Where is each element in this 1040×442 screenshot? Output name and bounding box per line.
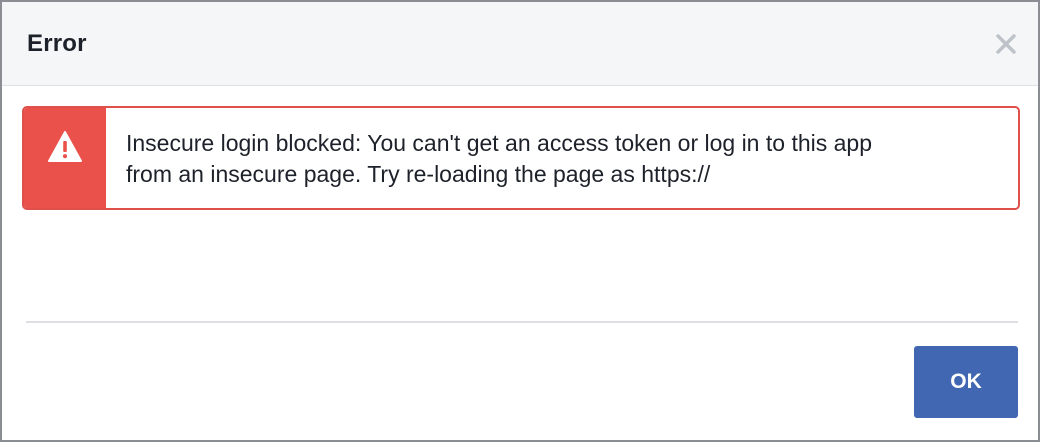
error-alert: Insecure login blocked: You can't get an…	[22, 106, 1020, 210]
dialog-header: Error	[2, 2, 1038, 86]
footer-divider	[26, 321, 1018, 323]
alert-message: Insecure login blocked: You can't get an…	[126, 128, 996, 190]
dialog-title: Error	[27, 30, 87, 57]
error-dialog: Error Insecure login blocked: You can't …	[0, 0, 1040, 442]
close-icon	[996, 34, 1016, 54]
close-button[interactable]	[992, 30, 1020, 58]
alert-message-line-2: from an insecure page. Try re-loading th…	[126, 161, 711, 187]
alert-message-line-1: Insecure login blocked: You can't get an…	[126, 130, 872, 156]
alert-icon-box	[24, 108, 106, 208]
ok-button[interactable]: OK	[914, 346, 1018, 418]
warning-triangle-icon	[48, 131, 82, 162]
